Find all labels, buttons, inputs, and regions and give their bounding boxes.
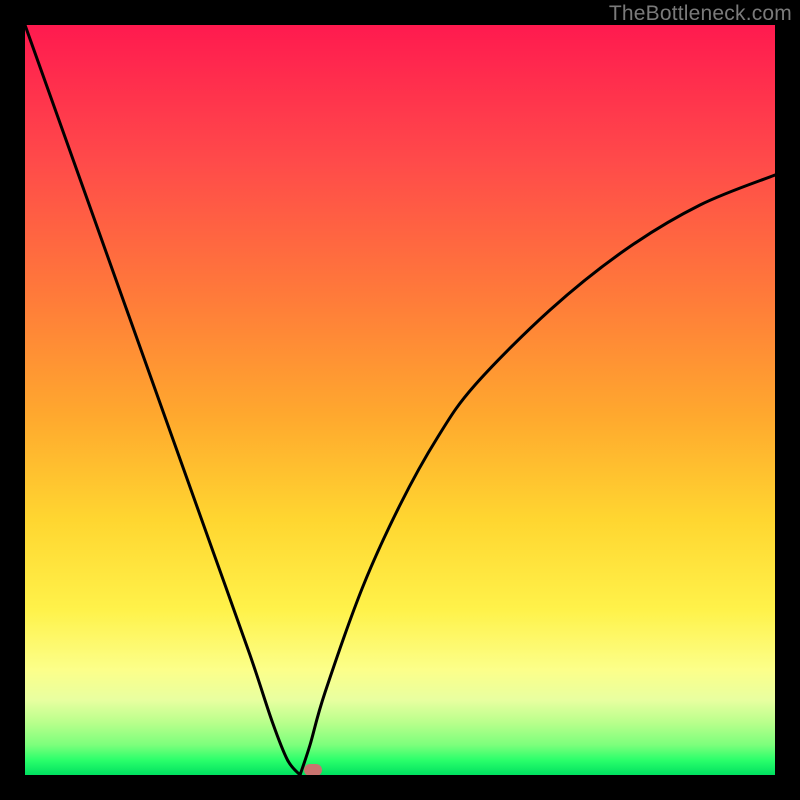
bottleneck-curve [25, 25, 775, 775]
watermark-text: TheBottleneck.com [609, 2, 792, 26]
plot-area [25, 25, 775, 775]
bottleneck-marker [304, 764, 322, 775]
curve-path [25, 25, 775, 775]
chart-frame: TheBottleneck.com [0, 0, 800, 800]
